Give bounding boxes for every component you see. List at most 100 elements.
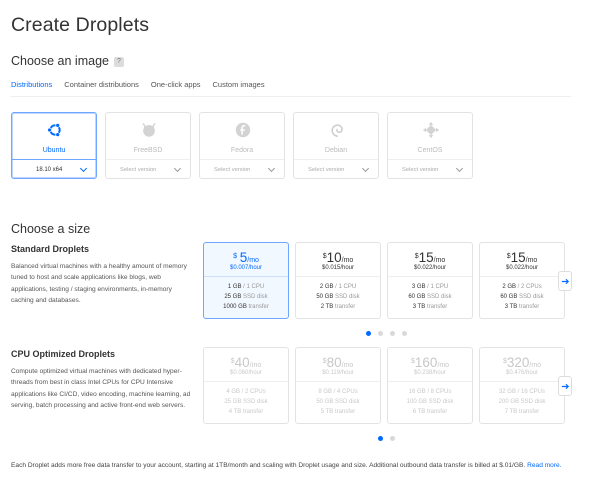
tabs-divider: [11, 96, 571, 97]
tab-one-click-apps[interactable]: One-click apps: [151, 80, 201, 97]
plan-card[interactable]: $ 5/mo $0.007/hour 1 GB / 1 CPU 25 GB SS…: [203, 242, 289, 319]
plan-card[interactable]: $160/mo $0.238/hour 16 GB / 8 CPUs 100 G…: [387, 347, 473, 424]
next-plans-button[interactable]: [558, 271, 572, 291]
plan-card[interactable]: $15/mo $0.022/hour 2 GB / 2 CPUs 60 GB S…: [479, 242, 565, 319]
arrow-right-icon: [561, 383, 570, 390]
divider: [388, 276, 472, 277]
chevron-down-icon: [173, 164, 182, 173]
plan-card[interactable]: $15/mo $0.022/hour 3 GB / 1 CPU 60 GB SS…: [387, 242, 473, 319]
plan-card[interactable]: $80/mo $0.119/hour 8 GB / 4 CPUs 50 GB S…: [295, 347, 381, 424]
version-select[interactable]: Select version: [294, 159, 378, 180]
tab-container-distributions[interactable]: Container distributions: [64, 80, 139, 97]
plan-card[interactable]: $320/mo $0.476/hour 32 GB / 16 CPUs 200 …: [479, 347, 565, 424]
distro-card-freebsd[interactable]: FreeBSD Select version: [105, 112, 191, 179]
centos-icon: [422, 121, 440, 139]
plan-memory: 4 GB / 2 CPUs: [226, 389, 266, 395]
read-more-link[interactable]: Read more.: [527, 462, 561, 469]
divider: [296, 381, 380, 382]
divider: [480, 276, 564, 277]
standard-droplets-description: Balanced virtual machines with a healthy…: [11, 263, 187, 305]
plan-transfer: 6 TB transfer: [412, 409, 448, 415]
plan-transfer: 3 TB transfer: [504, 304, 540, 310]
version-select[interactable]: 18.10 x64: [12, 159, 96, 180]
page-title: Create Droplets: [11, 14, 150, 36]
plan-price: $15/mo: [414, 250, 446, 265]
distro-name: FreeBSD: [133, 147, 163, 154]
plan-price: $320/mo: [502, 355, 542, 370]
debian-icon: [331, 124, 343, 138]
carousel-dot[interactable]: [402, 331, 407, 336]
distro-name: CentOS: [417, 147, 443, 154]
distro-card-centos[interactable]: CentOS Select version: [387, 112, 473, 179]
cpu-droplets-description: Compute optimized virtual machines with …: [11, 368, 191, 410]
chevron-down-icon: [267, 164, 276, 173]
carousel-dot[interactable]: [390, 436, 395, 441]
divider: [480, 381, 564, 382]
fedora-icon: [235, 122, 251, 138]
plan-memory: 3 GB / 1 CPU: [411, 284, 449, 290]
divider: [204, 381, 288, 382]
plan-memory: 32 GB / 16 CPUs: [498, 389, 546, 395]
distro-card-debian[interactable]: Debian Select version: [293, 112, 379, 179]
version-select[interactable]: Select version: [388, 159, 472, 180]
carousel-dot[interactable]: [366, 331, 371, 336]
plan-hourly: $0.022/hour: [505, 265, 539, 271]
plan-price: $160/mo: [410, 355, 450, 370]
choose-image-heading: Choose an image?: [11, 54, 124, 68]
plan-disk: 60 GB SSD disk: [408, 294, 452, 300]
plan-memory: 1 GB / 1 CPU: [227, 284, 265, 290]
plan-transfer: 4 TB transfer: [228, 409, 264, 415]
image-tabs: Distributions Container distributions On…: [11, 80, 277, 97]
standard-droplets-title: Standard Droplets: [11, 244, 90, 254]
plan-disk: 25 GB SSD disk: [224, 399, 268, 405]
distro-name: Debian: [324, 147, 348, 154]
plan-card[interactable]: $40/mo $0.060/hour 4 GB / 2 CPUs 25 GB S…: [203, 347, 289, 424]
carousel-dot[interactable]: [378, 436, 383, 441]
plan-disk: 50 GB SSD disk: [316, 294, 360, 300]
plan-hourly: $0.015/hour: [321, 265, 355, 271]
plan-disk: 100 GB SSD disk: [406, 399, 454, 405]
help-icon[interactable]: ?: [113, 57, 124, 67]
tab-custom-images[interactable]: Custom images: [213, 80, 265, 97]
chevron-down-icon: [455, 164, 464, 173]
plan-transfer: 3 TB transfer: [412, 304, 448, 310]
plan-hourly: $0.238/hour: [413, 370, 447, 376]
distro-card-fedora[interactable]: Fedora Select version: [199, 112, 285, 179]
plan-card[interactable]: $10/mo $0.015/hour 2 GB / 1 CPU 50 GB SS…: [295, 242, 381, 319]
arrow-right-icon: [561, 278, 570, 285]
plan-hourly: $0.060/hour: [229, 370, 263, 376]
plan-hourly: $0.007/hour: [229, 265, 263, 271]
transfer-note: Each Droplet adds more free data transfe…: [11, 462, 562, 469]
distro-name: Ubuntu: [42, 147, 66, 154]
divider: [388, 381, 472, 382]
plan-memory: 16 GB / 8 CPUs: [408, 389, 452, 395]
chevron-down-icon: [361, 164, 370, 173]
plan-transfer: 5 TB transfer: [320, 409, 356, 415]
plan-hourly: $0.119/hour: [322, 370, 354, 376]
ubuntu-icon: [47, 122, 61, 138]
version-select[interactable]: Select version: [106, 159, 190, 180]
choose-size-heading: Choose a size: [11, 222, 91, 236]
plan-price: $80/mo: [322, 355, 354, 370]
plan-disk: 50 GB SSD disk: [316, 399, 360, 405]
carousel-dot[interactable]: [390, 331, 395, 336]
chevron-down-icon: [79, 164, 88, 173]
plan-price: $10/mo: [322, 250, 354, 265]
plan-price: $ 5/mo: [233, 250, 259, 265]
tab-distributions[interactable]: Distributions: [11, 80, 53, 97]
cpu-droplets-title: CPU Optimized Droplets: [11, 349, 116, 359]
plan-memory: 2 GB / 2 CPUs: [502, 284, 542, 290]
plan-transfer: 7 TB transfer: [504, 409, 540, 415]
next-plans-button[interactable]: [558, 376, 572, 396]
divider: [296, 276, 380, 277]
plan-disk: 25 GB SSD disk: [224, 294, 268, 300]
distro-card-ubuntu[interactable]: Ubuntu 18.10 x64: [11, 112, 97, 179]
plan-price: $40/mo: [230, 355, 262, 370]
plan-hourly: $0.022/hour: [413, 265, 447, 271]
plan-transfer: 1000 GB transfer: [223, 304, 269, 310]
freebsd-icon: [142, 123, 156, 137]
plan-hourly: $0.476/hour: [505, 370, 539, 376]
distro-name: Fedora: [230, 147, 254, 154]
carousel-dot[interactable]: [378, 331, 383, 336]
version-select[interactable]: Select version: [200, 159, 284, 180]
